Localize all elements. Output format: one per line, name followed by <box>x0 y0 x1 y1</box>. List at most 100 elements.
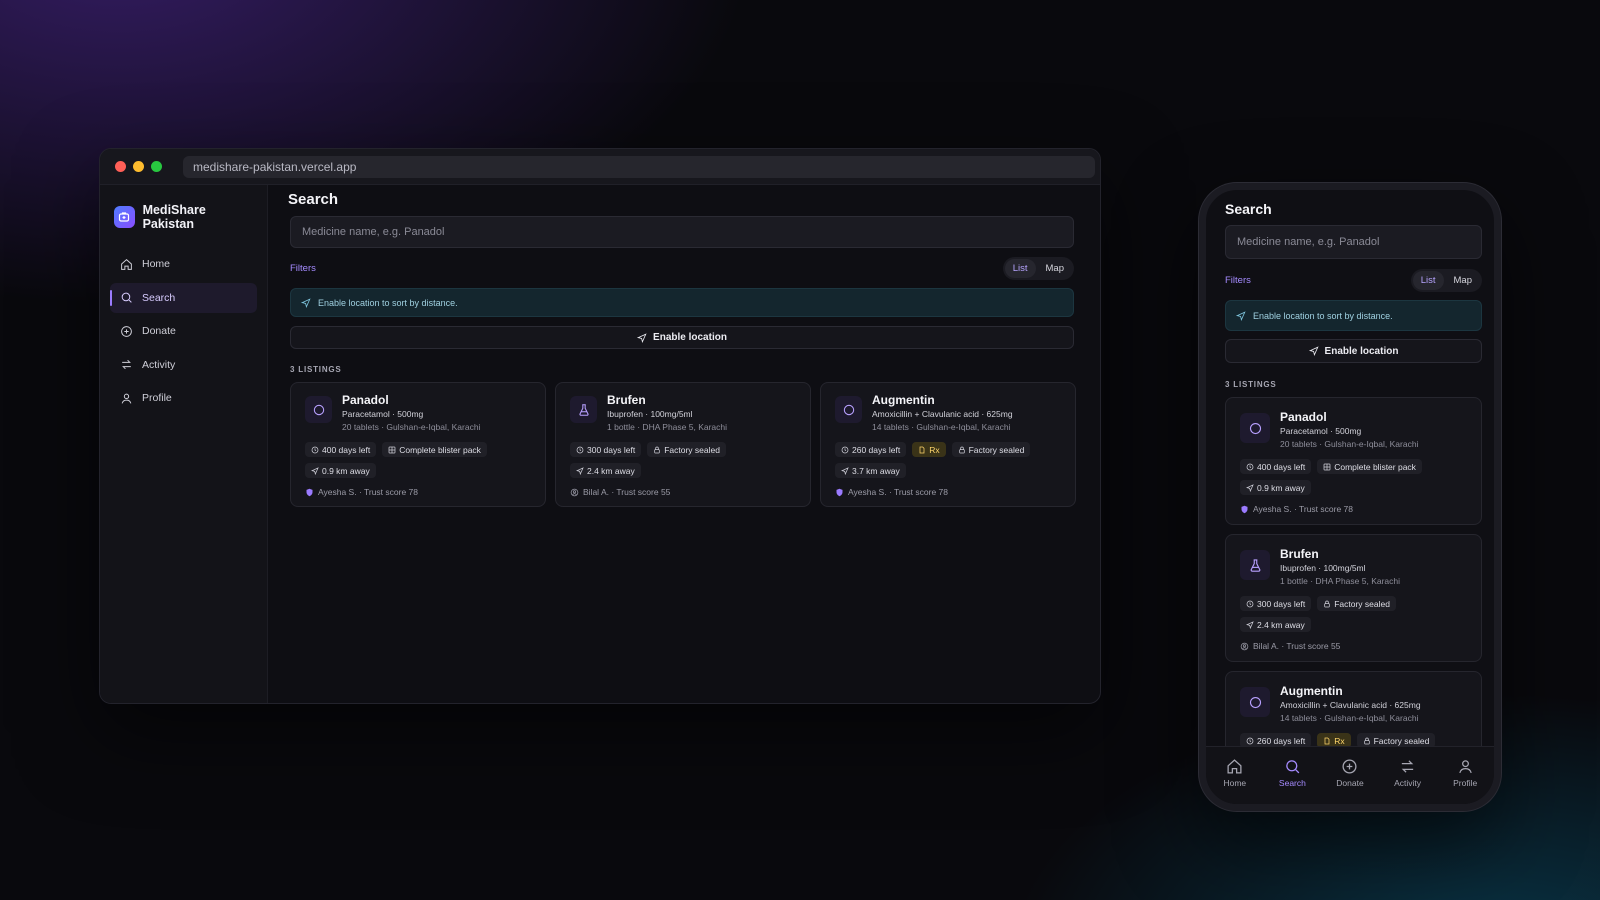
minimize-window-button[interactable] <box>133 161 144 172</box>
navigation-arrow-icon <box>1246 620 1254 629</box>
distance-chip: 0.9 km away <box>305 463 376 478</box>
listing-subtitle: Ibuprofen · 100mg/5ml <box>1280 563 1366 573</box>
filters-row: Filters List Map <box>290 257 1074 280</box>
lock-icon <box>958 446 965 453</box>
bottom-tab-bar: Home Search Donate Activity Profile <box>1206 746 1494 804</box>
tab-profile[interactable]: Profile <box>1440 758 1490 788</box>
tab-activity[interactable]: Activity <box>1383 758 1433 788</box>
clock-icon <box>1246 600 1254 607</box>
owner-text: Bilal A. · Trust score 55 <box>583 487 671 497</box>
pill-icon <box>835 396 862 423</box>
sidebar-item-label: Profile <box>142 392 172 404</box>
blister-pack-icon <box>1323 463 1331 470</box>
expiry-text: 400 days left <box>1257 461 1306 472</box>
clock-icon <box>1246 463 1254 470</box>
expiry-chip: 260 days left <box>835 442 907 457</box>
home-icon <box>1227 759 1242 774</box>
listing-meta: 14 tablets · Gulshan-e-Iqbal, Karachi <box>1280 713 1419 723</box>
condition-text: Complete blister pack <box>399 444 481 455</box>
view-toggle: List Map <box>1002 257 1074 280</box>
location-banner: Enable location to sort by distance. <box>290 288 1074 317</box>
listing-subtitle: Ibuprofen · 100mg/5ml <box>607 409 693 419</box>
listing-card[interactable]: Panadol Paracetamol · 500mg 20 tablets ·… <box>1225 397 1482 525</box>
enable-location-label: Enable location <box>653 332 727 343</box>
enable-location-button[interactable]: Enable location <box>1225 339 1482 363</box>
listing-name: Panadol <box>1280 410 1327 424</box>
distance-chip: 2.4 km away <box>570 463 641 478</box>
owner-row: Ayesha S. · Trust score 78 <box>1240 504 1470 514</box>
listing-card[interactable]: Augmentin Amoxicillin + Clavulanic acid … <box>1225 671 1482 746</box>
tab-search[interactable]: Search <box>1267 758 1317 788</box>
search-input[interactable]: Medicine name, e.g. Panadol <box>290 216 1074 248</box>
sidebar-item-activity[interactable]: Activity <box>110 350 257 380</box>
sidebar-item-label: Home <box>142 258 171 270</box>
navigation-arrow-icon <box>1308 346 1319 356</box>
maximize-window-button[interactable] <box>151 161 162 172</box>
condition-chip: Complete blister pack <box>382 442 487 457</box>
distance-chip: 3.7 km away <box>835 463 906 478</box>
condition-chip: Factory sealed <box>647 442 726 457</box>
location-banner-text: Enable location to sort by distance. <box>318 297 458 308</box>
owner-row: Bilal A. · Trust score 55 <box>1240 641 1470 651</box>
home-icon <box>121 258 132 270</box>
filters-link[interactable]: Filters <box>290 263 316 274</box>
browser-titlebar: medishare-pakistan.vercel.app <box>100 149 1100 185</box>
app-shell: MediShare Pakistan Home Search Donate Ac… <box>100 185 1100 703</box>
sidebar-item-home[interactable]: Home <box>110 249 257 279</box>
search-input[interactable]: Medicine name, e.g. Panadol <box>1225 225 1482 259</box>
navigation-arrow-icon <box>841 466 849 475</box>
listing-name: Augmentin <box>1280 684 1343 698</box>
distance-text: 2.4 km away <box>1257 619 1305 630</box>
listing-card[interactable]: Brufen Ibuprofen · 100mg/5ml 1 bottle · … <box>1225 534 1482 662</box>
filters-row: Filters List Map <box>1225 269 1482 292</box>
flask-icon <box>1240 550 1270 580</box>
page-title: Search <box>1225 201 1272 217</box>
sidebar-item-profile[interactable]: Profile <box>110 383 257 413</box>
rx-badge: Rx <box>1317 733 1351 746</box>
desktop-browser-window: medishare-pakistan.vercel.app MediShare … <box>99 148 1101 704</box>
clock-icon <box>1246 737 1254 744</box>
list-view-button[interactable]: List <box>1004 259 1036 278</box>
expiry-text: 400 days left <box>322 444 371 455</box>
sidebar-item-label: Search <box>142 291 176 304</box>
listing-meta: 20 tablets · Gulshan-e-Iqbal, Karachi <box>1280 439 1419 449</box>
listing-card[interactable]: Augmentin Amoxicillin + Clavulanic acid … <box>820 382 1076 507</box>
list-view-button[interactable]: List <box>1412 271 1444 290</box>
expiry-chip: 300 days left <box>1240 596 1312 611</box>
logo-icon <box>114 206 135 228</box>
pill-icon <box>1240 413 1270 443</box>
tab-label: Home <box>1223 778 1247 788</box>
condition-text: Factory sealed <box>1373 735 1430 746</box>
close-window-button[interactable] <box>115 161 126 172</box>
clock-icon <box>576 446 584 453</box>
user-circle-icon <box>570 488 579 496</box>
enable-location-button[interactable]: Enable location <box>290 326 1074 349</box>
condition-chip: Factory sealed <box>1317 596 1396 611</box>
sidebar-item-donate[interactable]: Donate <box>110 316 257 346</box>
map-view-button[interactable]: Map <box>1446 271 1480 290</box>
listing-card[interactable]: Brufen Ibuprofen · 100mg/5ml 1 bottle · … <box>555 382 811 507</box>
tab-label: Donate <box>1336 778 1364 788</box>
brand[interactable]: MediShare Pakistan <box>110 203 257 231</box>
expiry-chip: 400 days left <box>305 442 377 457</box>
tab-home[interactable]: Home <box>1210 758 1260 788</box>
verified-shield-icon <box>306 488 313 496</box>
blister-pack-icon <box>388 446 396 453</box>
map-view-button[interactable]: Map <box>1038 259 1072 278</box>
search-page: Search Medicine name, e.g. Panadol Filte… <box>268 185 1100 703</box>
tab-donate[interactable]: Donate <box>1325 758 1375 788</box>
owner-text: Ayesha S. · Trust score 78 <box>1253 504 1353 514</box>
expiry-text: 300 days left <box>1257 598 1306 609</box>
listing-card[interactable]: Panadol Paracetamol · 500mg 20 tablets ·… <box>290 382 546 507</box>
owner-row: Ayesha S. · Trust score 78 <box>835 487 1064 497</box>
owner-row: Ayesha S. · Trust score 78 <box>305 487 534 497</box>
listing-meta: 1 bottle · DHA Phase 5, Karachi <box>1280 576 1401 586</box>
search-icon <box>121 292 132 303</box>
expiry-chip: 300 days left <box>570 442 642 457</box>
condition-text: Complete blister pack <box>1334 461 1416 472</box>
filters-link[interactable]: Filters <box>1225 275 1251 286</box>
address-bar[interactable]: medishare-pakistan.vercel.app <box>183 155 1095 178</box>
sidebar-item-search[interactable]: Search <box>110 282 257 313</box>
mobile-search-page: Search Medicine name, e.g. Panadol Filte… <box>1206 190 1494 746</box>
distance-chip: 2.4 km away <box>1240 617 1311 632</box>
